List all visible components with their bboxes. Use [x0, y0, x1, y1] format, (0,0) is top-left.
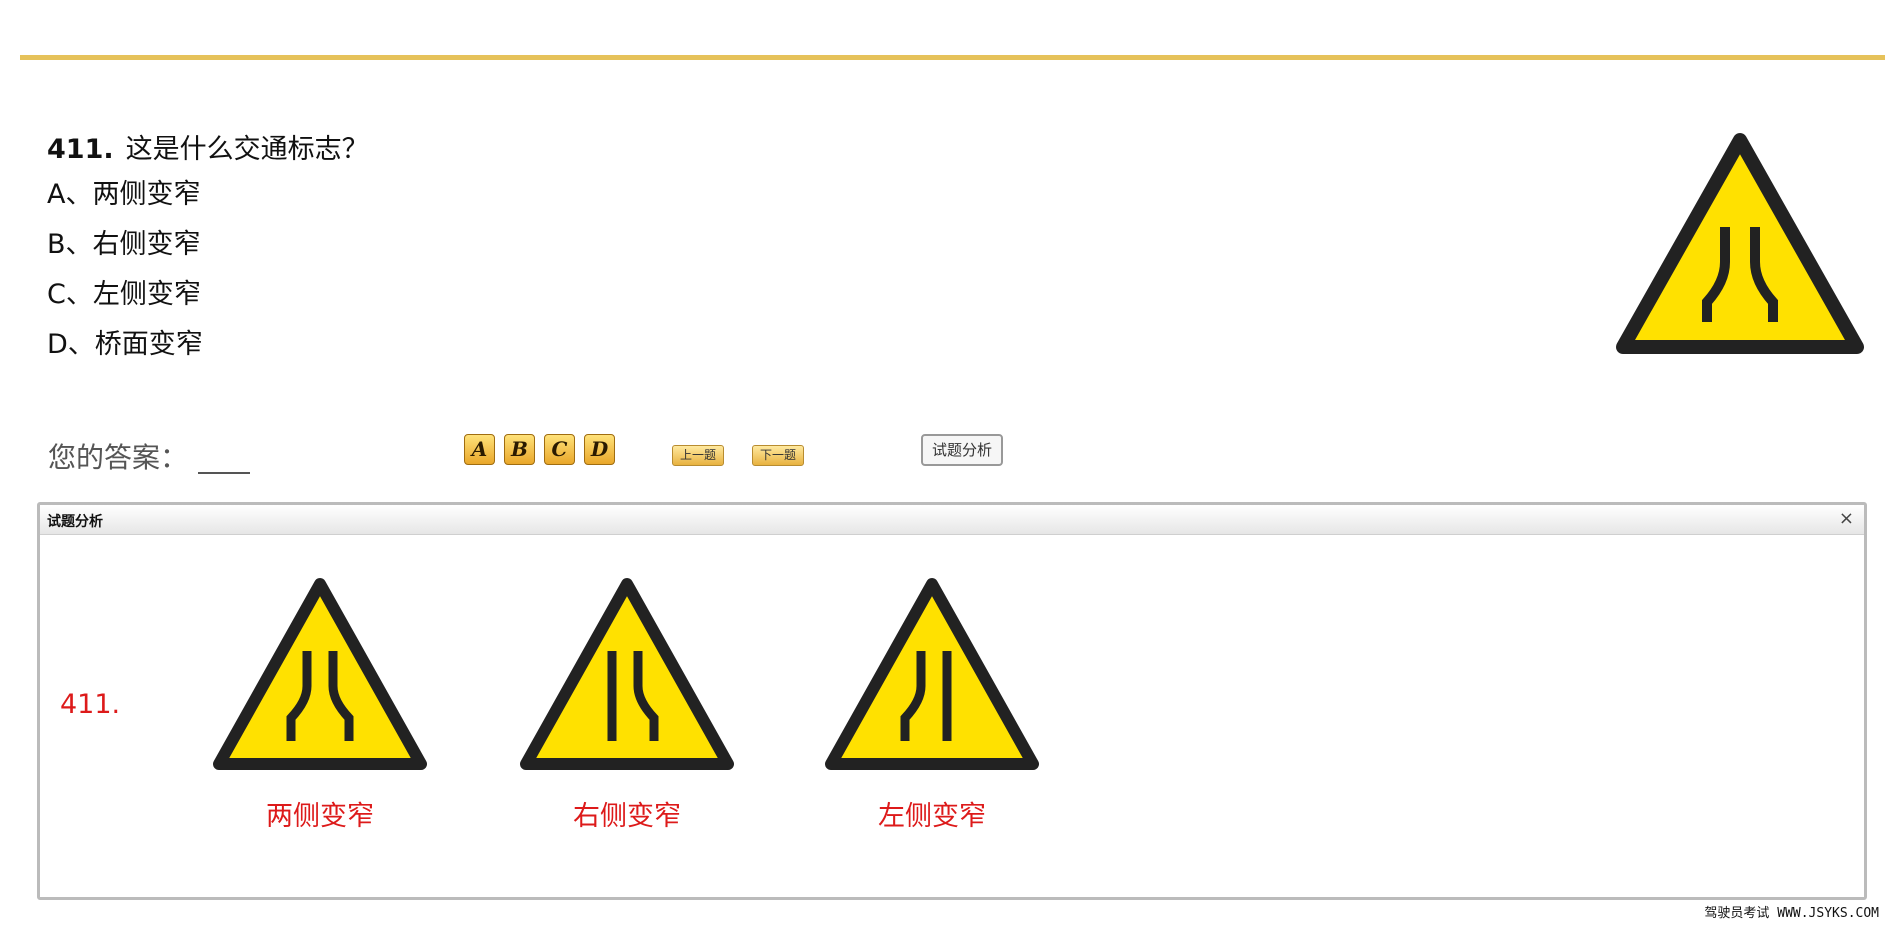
option-d[interactable]: D、桥面变窄: [47, 320, 369, 370]
sign-caption: 左侧变窄: [878, 801, 986, 832]
question-title: 411. 这是什么交通标志？: [47, 130, 369, 170]
option-c[interactable]: C、左侧变窄: [47, 270, 369, 320]
road-narrows-both-sides-icon: [212, 578, 427, 770]
panel-question-number: 411.: [60, 689, 121, 720]
sign-caption: 两侧变窄: [266, 801, 374, 832]
sign-caption: 右侧变窄: [573, 801, 681, 832]
question-block: 411. 这是什么交通标志？ A、两侧变窄 B、右侧变窄 C、左侧变窄 D、桥面变…: [47, 130, 369, 370]
close-icon[interactable]: ×: [1839, 508, 1854, 529]
prev-question-button[interactable]: 上一题: [672, 445, 724, 466]
answer-d-button[interactable]: D: [584, 434, 615, 465]
question-number: 411.: [47, 134, 114, 165]
panel-header: 试题分析 ×: [40, 505, 1864, 535]
option-a[interactable]: A、两侧变窄: [47, 170, 369, 220]
answer-c-button[interactable]: C: [544, 434, 575, 465]
road-narrows-left-icon: [824, 578, 1039, 770]
next-question-button[interactable]: 下一题: [752, 445, 804, 466]
road-narrows-right-icon: [519, 578, 734, 770]
answer-b-button[interactable]: B: [504, 434, 535, 465]
analysis-button[interactable]: 试题分析: [921, 434, 1003, 466]
option-b[interactable]: B、右侧变窄: [47, 220, 369, 270]
your-answer: 您的答案：: [48, 436, 251, 476]
top-divider: [20, 55, 1885, 60]
sign-item-both-sides: 两侧变窄: [205, 576, 435, 833]
sign-item-left: 左侧变窄: [817, 576, 1047, 833]
answer-blank: [198, 444, 251, 474]
answer-label: 您的答案：: [48, 441, 189, 474]
footer-watermark: 驾驶员考试 WWW.JSYKS.COM: [1704, 906, 1879, 921]
analysis-panel: 试题分析 × 411. 两侧变窄 右侧变窄 左侧变窄: [37, 502, 1867, 900]
sign-item-right: 右侧变窄: [512, 576, 742, 833]
question-sign-image: [1616, 133, 1864, 354]
panel-title: 试题分析: [47, 514, 103, 530]
answer-a-button[interactable]: A: [464, 434, 495, 465]
question-text: 这是什么交通标志？: [125, 134, 369, 165]
